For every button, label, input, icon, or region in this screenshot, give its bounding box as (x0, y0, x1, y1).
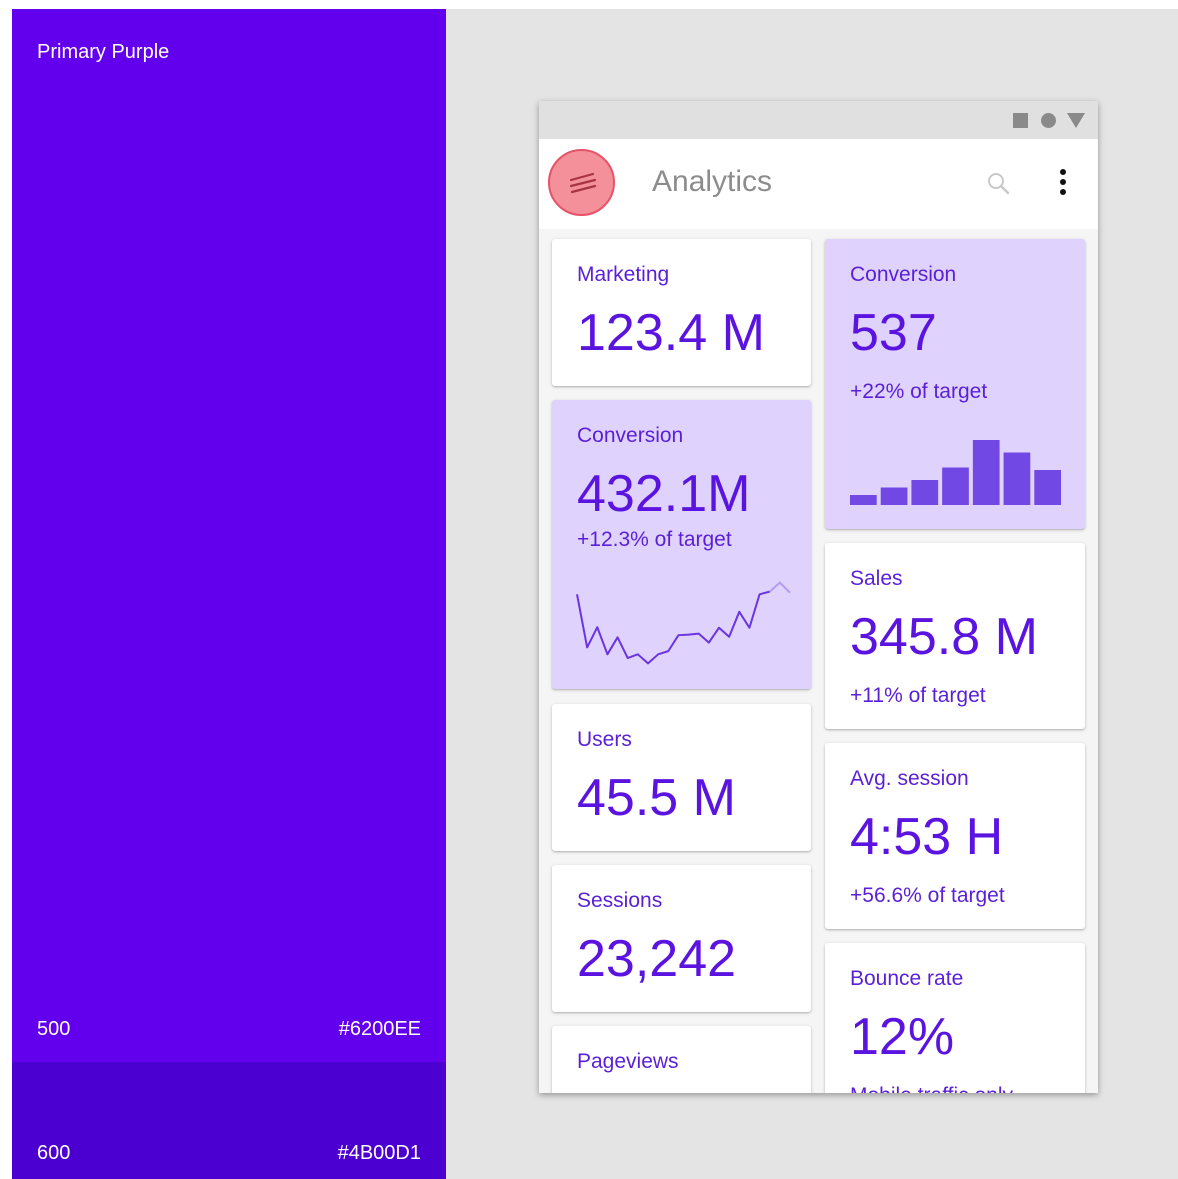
swatch-500-shade: 500 (37, 1018, 71, 1040)
sessions-card[interactable]: Sessions 23,242 (552, 865, 811, 1012)
swatch-600-shade: 600 (37, 1142, 71, 1164)
app-title: Analytics (652, 165, 773, 198)
card-value: 345.8 M (850, 608, 1038, 666)
conversion-line-card[interactable]: Conversion 432.1M +12.3% of target (552, 400, 811, 689)
swatch-600: 600 #4B00D1 (12, 1062, 446, 1179)
app-bar: Analytics (539, 139, 1098, 229)
bar-3 (911, 480, 939, 505)
conversion-bars-card[interactable]: Conversion 537 +22% of target (825, 239, 1085, 529)
bar-1 (850, 495, 877, 505)
bar-6 (1003, 452, 1031, 505)
card-value: 12% (850, 1008, 955, 1066)
search-icon[interactable] (986, 171, 1012, 197)
card-subtitle: +56.6% of target (850, 884, 1005, 907)
card-label: Marketing (577, 263, 670, 286)
card-label: Pageviews (577, 1050, 679, 1073)
marketing-card[interactable]: Marketing 123.4 M (552, 239, 811, 386)
record-circle-icon (1041, 113, 1056, 128)
bar-7 (1034, 470, 1061, 505)
conversion-series-tail (769, 581, 791, 594)
conversion-line-chart (576, 581, 791, 665)
card-label: Sessions (577, 889, 663, 912)
card-label: Users (577, 728, 632, 751)
color-palette-panel: Primary Purple 500 #6200EE 600 #4B00D1 (12, 9, 446, 1179)
card-subtitle: +11% of target (850, 684, 986, 707)
more-vertical-icon[interactable] (1053, 167, 1073, 199)
avg-session-card[interactable]: Avg. session 4:53 H +56.6% of target (825, 743, 1085, 929)
bar-2 (880, 487, 908, 505)
bounce-rate-card[interactable]: Bounce rate 12% Mobile traffic only (825, 943, 1085, 1093)
bar-5 (972, 440, 1000, 505)
status-bar (539, 101, 1098, 139)
phone-mockup: Analytics Marketing 123.4 M Conversion 4… (539, 101, 1098, 1093)
card-label: Bounce rate (850, 967, 964, 990)
swatch-500: Primary Purple 500 #6200EE (12, 9, 446, 1062)
card-value: 4:53 H (850, 808, 1004, 866)
card-value: 123.4 M (577, 304, 765, 362)
card-label: Avg. session (850, 767, 969, 790)
bar-4 (942, 467, 969, 505)
palette-title: Primary Purple (37, 41, 170, 63)
stop-square-icon (1013, 113, 1028, 128)
users-card[interactable]: Users 45.5 M (552, 704, 811, 851)
card-value: 45.5 M (577, 769, 736, 827)
swatch-600-hex: #4B00D1 (337, 1142, 421, 1164)
swatch-500-hex: #6200EE (338, 1018, 421, 1040)
sales-card[interactable]: Sales 345.8 M +11% of target (825, 543, 1085, 729)
card-value: 23,242 (577, 930, 737, 988)
pageviews-card[interactable]: Pageviews (552, 1026, 811, 1093)
card-label: Sales (850, 567, 903, 590)
menu-button[interactable] (548, 149, 615, 216)
conversion-bar-chart (850, 440, 1061, 505)
card-subtitle: Mobile traffic only (850, 1084, 1013, 1093)
signal-triangle-icon (1067, 113, 1085, 128)
conversion-series-line (576, 590, 770, 665)
menu-lines-icon (569, 172, 597, 194)
